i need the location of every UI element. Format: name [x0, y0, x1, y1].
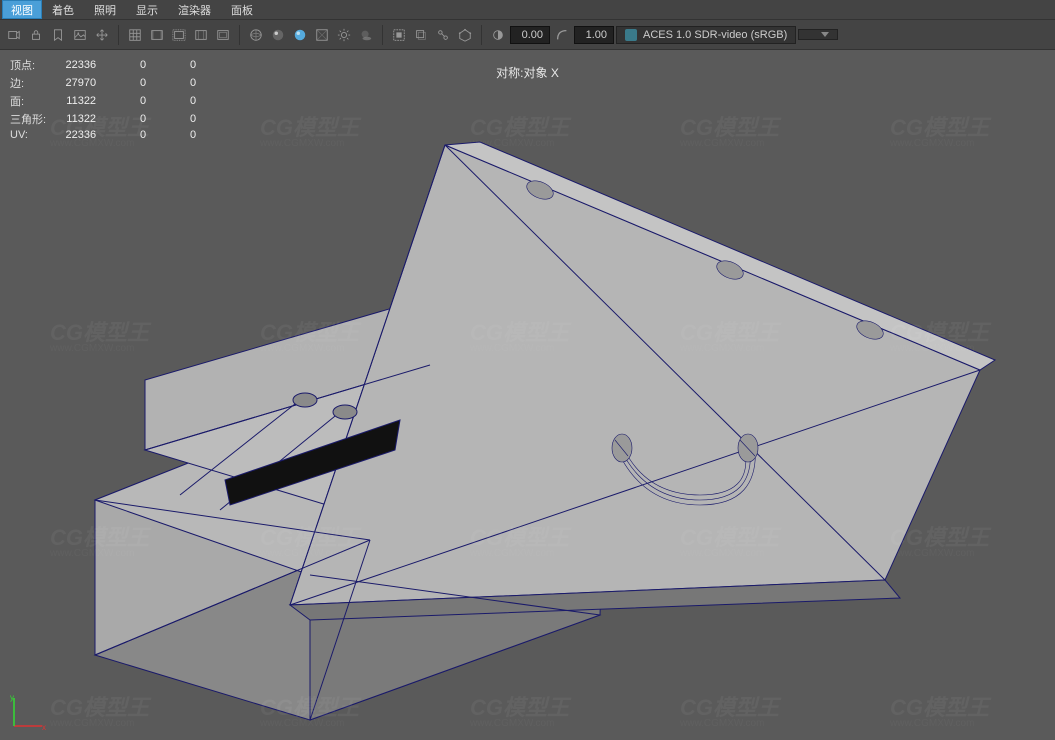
menu-lighting[interactable]: 照明 [84, 0, 126, 20]
viewport[interactable]: 顶点: 22336 0 0 边: 27970 0 0 面: 11322 0 0 … [0, 50, 1055, 740]
symmetry-status: 对称:对象 X [496, 64, 559, 81]
hud-row-tris: 三角形: 11322 0 0 [10, 110, 206, 128]
viewport-toolbar: 0.00 1.00 ACES 1.0 SDR-video (sRGB) [0, 20, 1055, 50]
smooth-shading-icon[interactable] [268, 25, 288, 45]
grid-icon[interactable] [125, 25, 145, 45]
use-all-lights-icon[interactable] [334, 25, 354, 45]
wireframe-shading-icon[interactable] [246, 25, 266, 45]
resolution-gate-icon[interactable] [191, 25, 211, 45]
heads-up-display: 顶点: 22336 0 0 边: 27970 0 0 面: 11322 0 0 … [10, 56, 206, 142]
exposure-field[interactable]: 0.00 [510, 26, 550, 44]
two-d-pan-icon[interactable] [92, 25, 112, 45]
viewport-scene [0, 50, 1055, 740]
gamma-field[interactable]: 1.00 [574, 26, 614, 44]
lock-camera-icon[interactable] [26, 25, 46, 45]
view-menu-label: 视图 [11, 2, 33, 18]
film-gate-icon[interactable] [147, 25, 167, 45]
svg-text:y: y [10, 693, 14, 702]
gamma-icon[interactable] [552, 25, 572, 45]
isolate-select-icon[interactable] [389, 25, 409, 45]
xray-icon[interactable] [411, 25, 431, 45]
safe-action-icon[interactable] [213, 25, 233, 45]
menu-show[interactable]: 显示 [126, 0, 168, 20]
hud-row-faces: 面: 11322 0 0 [10, 92, 206, 110]
xray-components-icon[interactable] [455, 25, 475, 45]
panel-menubar: 视图 着色 照明 显示 渲染器 面板 [0, 0, 1055, 20]
image-plane-icon[interactable] [70, 25, 90, 45]
select-camera-icon[interactable] [4, 25, 24, 45]
bookmark-icon[interactable] [48, 25, 68, 45]
menu-panels[interactable]: 面板 [221, 0, 263, 20]
hud-row-uvs: UV: 22336 0 0 [10, 128, 206, 142]
view-menu-tab[interactable]: 视图 [2, 0, 42, 19]
svg-text:x: x [42, 723, 46, 732]
material-shading-icon[interactable] [290, 25, 310, 45]
view-transform-caret[interactable] [798, 29, 838, 40]
menu-shading[interactable]: 着色 [42, 0, 84, 20]
hud-row-verts: 顶点: 22336 0 0 [10, 56, 206, 74]
menu-renderer[interactable]: 渲染器 [168, 0, 221, 20]
textured-shading-icon[interactable] [312, 25, 332, 45]
shadows-icon[interactable] [356, 25, 376, 45]
view-transform-label: ACES 1.0 SDR-video (sRGB) [643, 29, 787, 41]
gate-mask-icon[interactable] [169, 25, 189, 45]
chevron-down-icon [821, 32, 829, 37]
exposure-icon[interactable] [488, 25, 508, 45]
xray-joints-icon[interactable] [433, 25, 453, 45]
hud-row-edges: 边: 27970 0 0 [10, 74, 206, 92]
view-axis-gizmo: x y [8, 692, 48, 732]
view-transform-swatch [625, 29, 637, 41]
view-transform-dropdown[interactable]: ACES 1.0 SDR-video (sRGB) [616, 26, 796, 44]
